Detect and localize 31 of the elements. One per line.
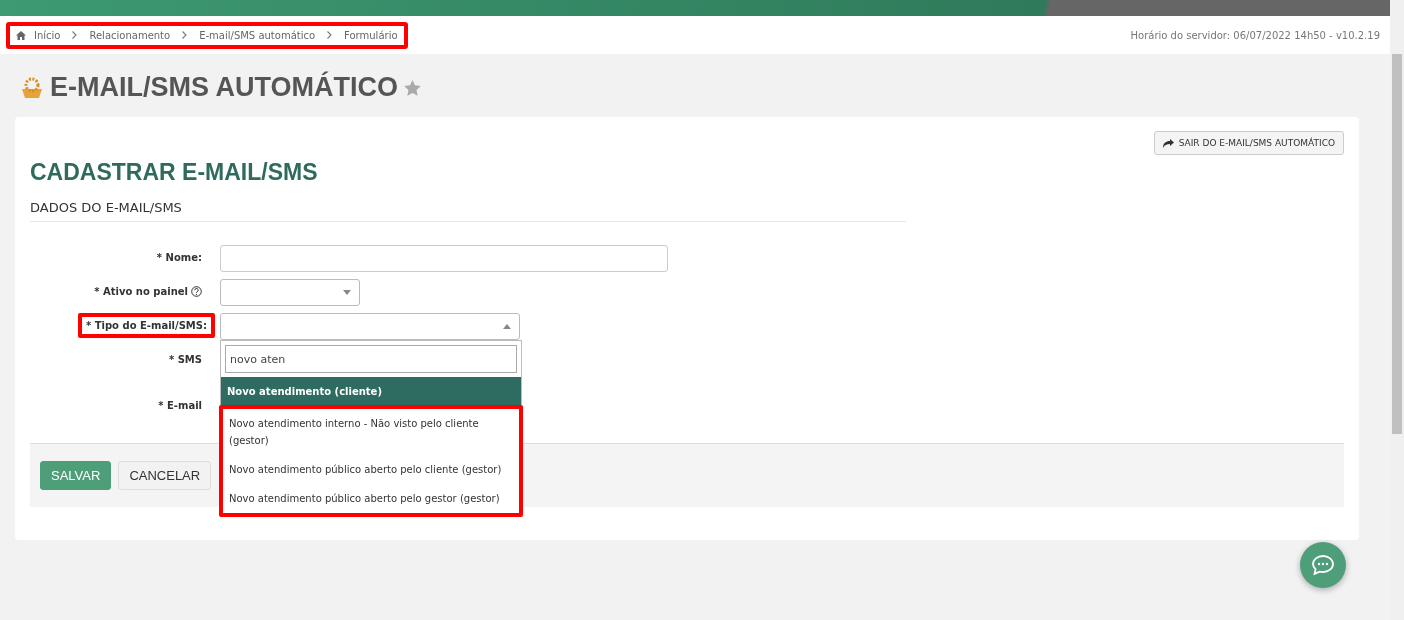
server-info: Horário do servidor: 06/07/2022 14h50 - v10.2.19 xyxy=(1130,29,1380,41)
chevron-icon xyxy=(182,31,188,39)
chat-button[interactable] xyxy=(1300,542,1346,588)
share-arrow-icon xyxy=(1162,138,1174,148)
caret-down-icon xyxy=(343,290,351,295)
chevron-icon xyxy=(72,31,78,39)
chevron-icon xyxy=(327,31,333,39)
field-label: * Nome: xyxy=(155,251,203,265)
section-title: DADOS DO E-MAIL/SMS xyxy=(30,200,906,222)
field-label: * Ativo no painel xyxy=(86,279,210,304)
exit-button[interactable]: SAIR DO E-MAIL/SMS AUTOMÁTICO xyxy=(1153,131,1344,155)
breadcrumb-link[interactable]: E-mail/SMS automático xyxy=(199,29,316,41)
home-icon xyxy=(16,30,26,40)
cancel-button[interactable]: CANCELAR xyxy=(118,461,212,490)
breadcrumb-link[interactable]: Relacionamento xyxy=(89,29,171,41)
breadcrumb-link[interactable]: Início xyxy=(34,29,61,41)
help-icon[interactable] xyxy=(191,286,202,297)
annotation-box: * Tipo do E-mail/SMS: xyxy=(78,313,215,338)
select-field[interactable] xyxy=(220,279,360,306)
caret-up-icon xyxy=(503,324,511,329)
field-label: * E-mail xyxy=(157,399,203,413)
form-title: CADASTRAR E-MAIL/SMS xyxy=(30,159,319,186)
gear-box-icon xyxy=(20,76,44,99)
chat-icon xyxy=(1312,555,1334,575)
search-input[interactable]: novo aten xyxy=(225,345,517,373)
star-icon[interactable] xyxy=(404,79,421,96)
field-label: * SMS xyxy=(167,353,203,367)
dropdown-option[interactable]: Novo atendimento (cliente) xyxy=(221,377,521,406)
text-input[interactable] xyxy=(220,245,668,272)
breadcrumb-link[interactable]: Formulário xyxy=(344,29,398,41)
page-title: E-MAIL/SMS AUTOMÁTICO xyxy=(50,72,398,103)
